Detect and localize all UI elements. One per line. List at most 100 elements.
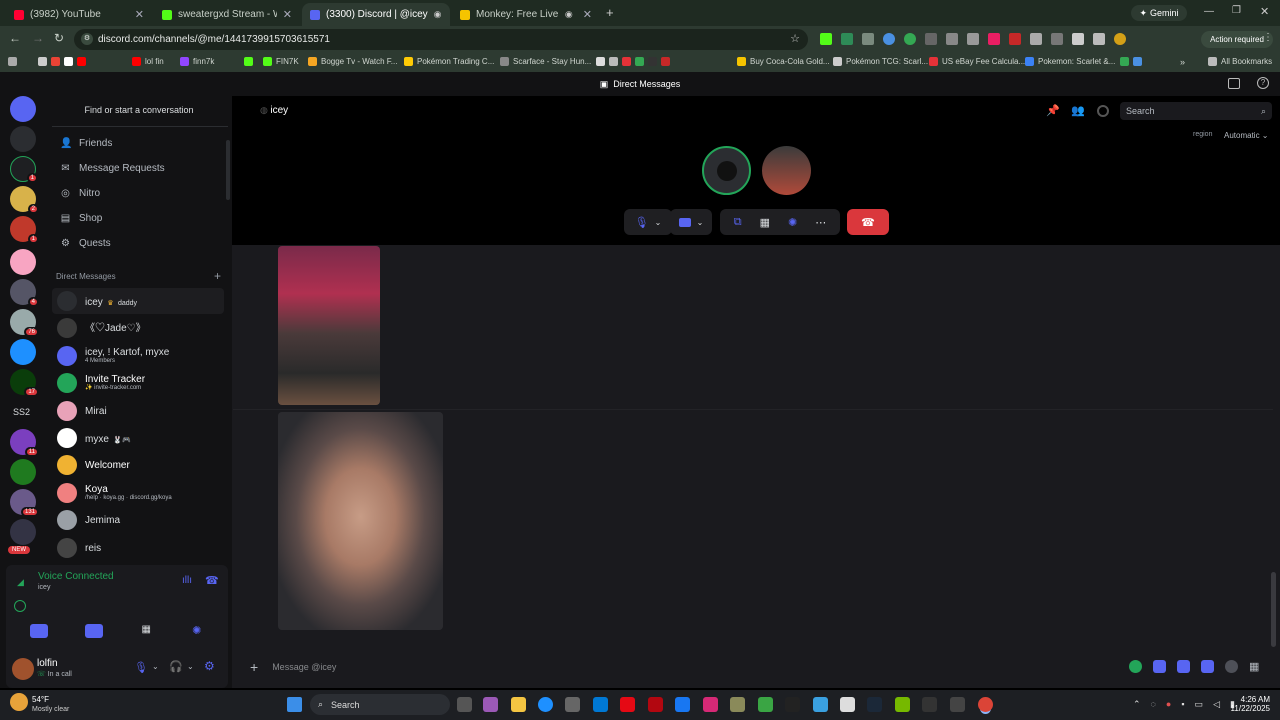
settings-gear-icon[interactable]: ⚙ <box>204 659 215 673</box>
browser-tab-kick[interactable]: sweatergxd Stream - Watch Live ✕ <box>154 3 300 26</box>
dm-item-koya[interactable]: Koya/help · koya.gg · discord.gg/koya <box>52 480 224 506</box>
discord-home-icon[interactable] <box>10 96 36 122</box>
windows-start-icon[interactable] <box>287 697 302 712</box>
browser-tab-discord[interactable]: (3300) Discord | @icey ◉ ✕ <box>302 3 450 26</box>
minimize-button[interactable]: — <box>1204 6 1214 17</box>
netflix-icon[interactable] <box>648 697 663 712</box>
back-icon[interactable]: ← <box>9 31 21 45</box>
taskbar-search[interactable]: ⌕ Search <box>310 694 450 715</box>
forward-icon[interactable]: → <box>32 31 44 45</box>
volume-icon[interactable]: ◁ <box>1213 699 1220 710</box>
server-icon[interactable] <box>10 126 36 152</box>
clock[interactable]: 4:26 AM 11/22/2025 <box>1222 695 1270 713</box>
server-icon[interactable]: 1 <box>10 216 39 244</box>
app-icon[interactable] <box>950 697 965 712</box>
voice-channel-name[interactable]: icey <box>38 584 50 591</box>
instagram-icon[interactable] <box>703 697 718 712</box>
download-icon[interactable] <box>1072 33 1084 45</box>
camera-control[interactable]: ⌄ <box>670 209 712 235</box>
reload-icon[interactable]: ↻ <box>54 31 64 45</box>
soundboard-icon[interactable]: ✺ <box>788 216 797 229</box>
add-attachment-icon[interactable]: + <box>250 659 258 675</box>
chevron-down-icon[interactable]: ⌄ <box>152 662 159 671</box>
sidebar-scrollbar[interactable] <box>226 140 230 200</box>
grammarly-icon[interactable] <box>1129 660 1142 673</box>
copilot-icon[interactable] <box>483 697 498 712</box>
server-icon[interactable]: 11 <box>10 429 39 457</box>
weather-temp[interactable]: 54°F <box>32 695 49 704</box>
sidebar-item-nitro[interactable]: ◎ Nitro <box>56 182 226 204</box>
bookmark-item[interactable]: Pokémon Trading C... <box>404 57 494 66</box>
address-bar[interactable]: ⚙ discord.com/channels/@me/1441739915703… <box>74 29 808 50</box>
chevron-down-icon[interactable]: ⌄ <box>187 662 194 671</box>
inbox-icon[interactable] <box>1228 78 1240 89</box>
attachment-image[interactable] <box>278 246 380 405</box>
app-icon[interactable] <box>730 697 745 712</box>
bookmark-item[interactable]: Bogge Tv - Watch F... <box>308 57 397 66</box>
server-icon[interactable]: 2 <box>10 186 39 214</box>
weather-icon[interactable] <box>10 693 28 711</box>
amazon-icon[interactable] <box>785 697 800 712</box>
message-input[interactable]: + Message @icey ▦ <box>242 654 1272 680</box>
close-icon[interactable]: ✕ <box>283 8 292 21</box>
server-label-ss2[interactable]: SS2 <box>13 407 30 417</box>
avatar[interactable] <box>12 658 34 680</box>
bookmark-item[interactable]: finn7k <box>180 57 214 66</box>
nvidia-icon[interactable] <box>895 697 910 712</box>
profile-icon[interactable] <box>1097 105 1109 117</box>
extension-icon[interactable] <box>925 33 937 45</box>
bookmark-icon-only[interactable] <box>596 57 670 66</box>
dm-item-mirai[interactable]: Mirai <box>52 398 224 424</box>
more-options-icon[interactable]: ⋯ <box>815 216 826 229</box>
chrome-icon[interactable] <box>978 697 993 712</box>
bookmark-icon-only[interactable] <box>244 57 253 66</box>
gift-icon[interactable] <box>1153 660 1166 673</box>
bookmark-item[interactable]: US eBay Fee Calcula... <box>929 57 1025 66</box>
dm-item-reis[interactable]: reis <box>52 535 224 561</box>
activities-icon[interactable]: ▦ <box>139 624 153 638</box>
bookmark-icon-only[interactable] <box>38 57 86 66</box>
server-icon[interactable] <box>10 249 36 275</box>
all-bookmarks-folder[interactable]: All Bookmarks <box>1208 57 1272 66</box>
edge-icon[interactable] <box>538 697 553 712</box>
add-friend-icon[interactable]: 👥 <box>1071 104 1085 117</box>
youtube-app-icon[interactable] <box>620 697 635 712</box>
network-icon[interactable]: ▭ <box>1195 699 1204 710</box>
new-tab-button[interactable]: + <box>606 5 614 20</box>
end-call-button[interactable]: ☎ <box>847 209 889 235</box>
menu-icon[interactable]: ⋮ <box>1263 32 1273 43</box>
server-icon[interactable]: 76 <box>10 309 39 337</box>
call-participant-avatar[interactable] <box>702 146 751 195</box>
sidebar-item-shop[interactable]: ▤ Shop <box>56 207 226 229</box>
server-icon[interactable]: 4 <box>10 279 39 307</box>
extension-icon[interactable] <box>988 33 1000 45</box>
media-icon[interactable] <box>1093 33 1105 45</box>
extension-icon[interactable] <box>883 33 895 45</box>
chat-scrollbar[interactable] <box>1271 572 1276 647</box>
close-icon[interactable]: ✕ <box>135 8 144 21</box>
bookmark-star-icon[interactable]: ☆ <box>790 32 800 45</box>
screen-share-icon[interactable]: ⧉ <box>734 216 742 229</box>
chevron-up-icon[interactable]: ⌃ <box>1133 699 1141 710</box>
extension-icon[interactable] <box>841 33 853 45</box>
emoji-icon[interactable] <box>1225 660 1238 673</box>
app-icon[interactable] <box>758 697 773 712</box>
gif-icon[interactable] <box>1177 660 1190 673</box>
close-window-button[interactable]: ✕ <box>1260 5 1269 18</box>
server-icon[interactable]: 17 <box>10 369 39 397</box>
microphone-icon[interactable]: 🎙 <box>134 661 148 674</box>
server-icon[interactable] <box>10 459 36 485</box>
camera-icon[interactable] <box>30 624 49 638</box>
sidebar-item-friends[interactable]: 👤 Friends <box>56 132 226 154</box>
extension-icon[interactable] <box>820 33 832 45</box>
tray-icon[interactable]: ▪ <box>1181 699 1184 710</box>
dm-item-icey[interactable]: icey ♛ daddy <box>52 288 224 314</box>
close-icon[interactable]: ✕ <box>583 8 592 21</box>
audio-icon[interactable]: ◉ <box>565 9 573 20</box>
bookmark-item[interactable]: lol fin <box>132 57 164 66</box>
app-icon[interactable] <box>840 697 855 712</box>
apps-icon[interactable] <box>8 57 17 66</box>
sidebar-item-quests[interactable]: ⚙ Quests <box>56 232 226 254</box>
extension-icon[interactable] <box>1009 33 1021 45</box>
region-select[interactable]: Automatic ⌄ <box>1224 131 1269 140</box>
